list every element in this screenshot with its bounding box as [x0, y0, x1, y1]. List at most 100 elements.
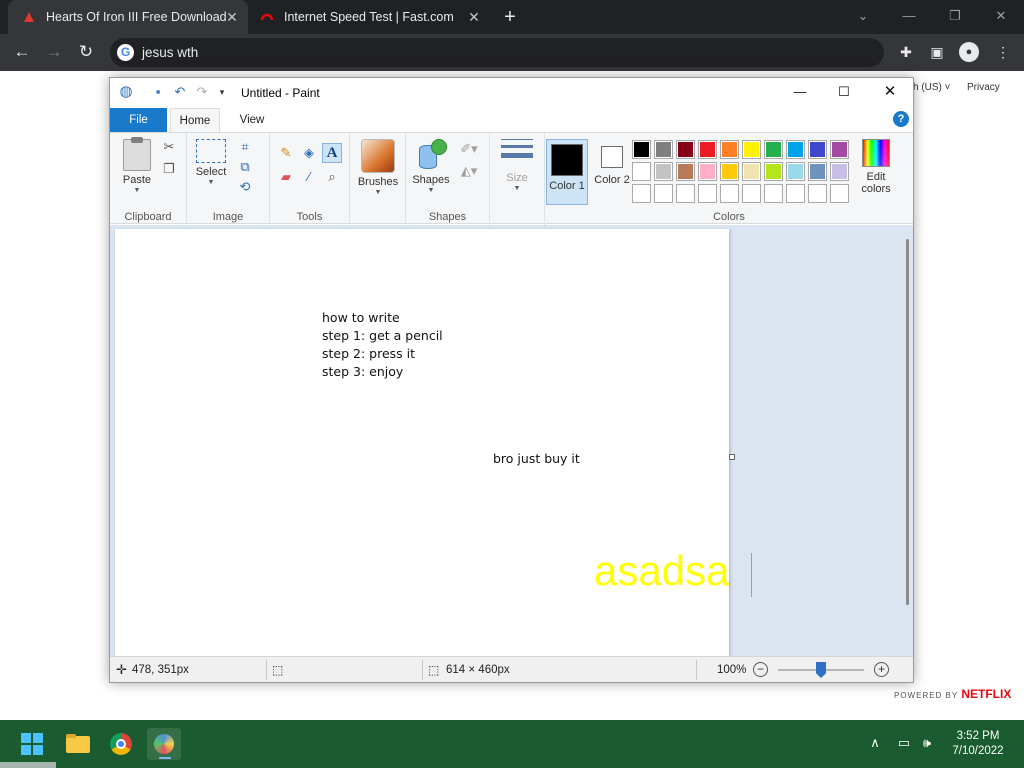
palette-empty-swatch[interactable] [698, 184, 717, 203]
paint-maximize-icon[interactable]: ☐ [830, 81, 858, 103]
new-tab-button[interactable]: + [499, 6, 521, 28]
select-button[interactable]: Select ▼ [193, 139, 229, 186]
palette-swatch[interactable] [764, 162, 783, 181]
privacy-link[interactable]: Privacy [967, 82, 1000, 93]
palette-swatch[interactable] [764, 140, 783, 159]
palette-swatch[interactable] [742, 140, 761, 159]
address-bar[interactable]: G jesus wth [110, 38, 884, 67]
clock-date: 7/10/2022 [952, 745, 1004, 757]
start-windows-icon[interactable] [21, 733, 43, 755]
shapes-button[interactable]: Shapes ▼ [410, 139, 452, 194]
palette-swatch[interactable] [676, 162, 695, 181]
palette-empty-swatch[interactable] [676, 184, 695, 203]
palette-swatch[interactable] [808, 162, 827, 181]
more-menu-icon[interactable]: ⋮ [992, 41, 1014, 63]
browser-toolbar: ← → ↻ G jesus wth ✚ ▣ ● ⋮ [0, 34, 1024, 71]
save-icon[interactable]: ▪ [150, 84, 166, 100]
palette-empty-swatch[interactable] [742, 184, 761, 203]
edit-colors-button[interactable]: Edit colors [856, 139, 896, 195]
palette-swatch[interactable] [654, 162, 673, 181]
outline-icon[interactable]: ✐▾ [456, 141, 482, 157]
file-explorer-icon[interactable] [61, 728, 95, 760]
paint-close-icon[interactable]: ✕ [876, 81, 904, 103]
network-icon[interactable]: ▭ [895, 734, 913, 752]
palette-swatch[interactable] [632, 140, 651, 159]
palette-swatch[interactable] [786, 140, 805, 159]
palette-swatch[interactable] [654, 140, 673, 159]
pencil-icon[interactable]: ✎ [278, 145, 294, 161]
redo-icon[interactable]: ↷ [194, 84, 210, 100]
color2-button[interactable]: Color 2 [592, 139, 632, 205]
brushes-button[interactable]: Brushes ▼ [354, 139, 402, 196]
minimize-icon[interactable]: — [898, 6, 920, 26]
cut-icon[interactable]: ✂ [161, 139, 177, 155]
restore-icon[interactable]: ❐ [944, 6, 966, 26]
eraser-icon[interactable]: ▰ [278, 169, 294, 185]
palette-swatch[interactable] [720, 162, 739, 181]
copy-icon[interactable]: ❐ [161, 161, 177, 177]
tab-file[interactable]: File [110, 108, 167, 132]
palette-swatch[interactable] [720, 140, 739, 159]
extensions-puzzle-icon[interactable]: ✚ [895, 41, 917, 63]
palette-swatch[interactable] [698, 162, 717, 181]
palette-swatch[interactable] [830, 162, 849, 181]
tab-hearts-of-iron[interactable]: Hearts Of Iron III Free Download ✕ [8, 0, 248, 34]
rotate-icon[interactable]: ⟲ [237, 179, 253, 195]
text-tool-icon[interactable]: A [322, 143, 342, 163]
taskbar-clock[interactable]: 3:52 PM 7/10/2022 [944, 729, 1012, 759]
tab-close-icon[interactable]: ✕ [466, 9, 482, 25]
palette-empty-swatch[interactable] [720, 184, 739, 203]
color1-button[interactable]: Color 1 [546, 139, 588, 205]
fill-bucket-icon[interactable]: ◈ [301, 145, 317, 161]
magnifier-icon[interactable]: ⌕ [324, 169, 340, 185]
palette-swatch[interactable] [786, 162, 805, 181]
canvas-text-yellow[interactable]: asadsa [594, 545, 729, 597]
chevron-up-icon[interactable]: ∧ [866, 734, 884, 752]
address-text[interactable]: jesus wth [142, 45, 198, 60]
zoom-slider-thumb[interactable] [816, 662, 826, 678]
volume-icon[interactable]: 🕪 [918, 734, 936, 752]
chevron-down-icon[interactable]: ⌄ [852, 6, 874, 26]
palette-empty-swatch[interactable] [786, 184, 805, 203]
tab-view[interactable]: View [228, 108, 276, 132]
palette-empty-swatch[interactable] [764, 184, 783, 203]
tab-fast-com[interactable]: Internet Speed Test | Fast.com ✕ [250, 0, 490, 34]
tab-home[interactable]: Home [170, 108, 220, 132]
paint-app-icon[interactable]: ◍ [118, 84, 134, 100]
paint-taskbar-icon[interactable] [147, 728, 181, 760]
help-icon[interactable]: ? [893, 111, 909, 127]
vertical-scrollbar[interactable] [906, 239, 909, 605]
zoom-in-icon[interactable]: + [874, 662, 889, 677]
paint-minimize-icon[interactable]: — [786, 81, 814, 103]
palette-empty-swatch[interactable] [808, 184, 827, 203]
size-button[interactable]: Size ▼ [498, 139, 536, 192]
profile-avatar-icon[interactable]: ● [959, 42, 979, 62]
paste-button[interactable]: Paste ▼ [120, 137, 154, 194]
zoom-out-icon[interactable]: − [753, 662, 768, 677]
palette-empty-swatch[interactable] [632, 184, 651, 203]
palette-swatch[interactable] [632, 162, 651, 181]
customize-quick-access-icon[interactable]: ▾ [214, 84, 230, 100]
palette-empty-swatch[interactable] [830, 184, 849, 203]
close-icon[interactable]: ✕ [990, 6, 1012, 26]
fill-icon[interactable]: ◭▾ [456, 163, 482, 179]
side-panel-icon[interactable]: ▣ [926, 41, 948, 63]
palette-swatch[interactable] [830, 140, 849, 159]
palette-swatch[interactable] [676, 140, 695, 159]
back-arrow-icon[interactable]: ← [10, 40, 34, 64]
undo-icon[interactable]: ↶ [172, 84, 188, 100]
palette-empty-swatch[interactable] [654, 184, 673, 203]
drawing-canvas[interactable]: how to write step 1: get a pencil step 2… [115, 229, 729, 656]
palette-swatch[interactable] [698, 140, 717, 159]
language-selector[interactable]: sh (US) ˅ [908, 82, 951, 93]
forward-arrow-icon[interactable]: → [42, 40, 66, 64]
palette-swatch[interactable] [808, 140, 827, 159]
chrome-icon[interactable] [110, 733, 132, 755]
canvas-resize-handle[interactable] [729, 454, 735, 460]
crop-icon[interactable]: ⌗ [237, 139, 253, 155]
resize-icon[interactable]: ⧉ [237, 159, 253, 175]
palette-swatch[interactable] [742, 162, 761, 181]
tab-close-icon[interactable]: ✕ [224, 9, 240, 25]
color-picker-icon[interactable]: ⁄ [301, 169, 317, 185]
reload-icon[interactable]: ↻ [74, 40, 98, 64]
